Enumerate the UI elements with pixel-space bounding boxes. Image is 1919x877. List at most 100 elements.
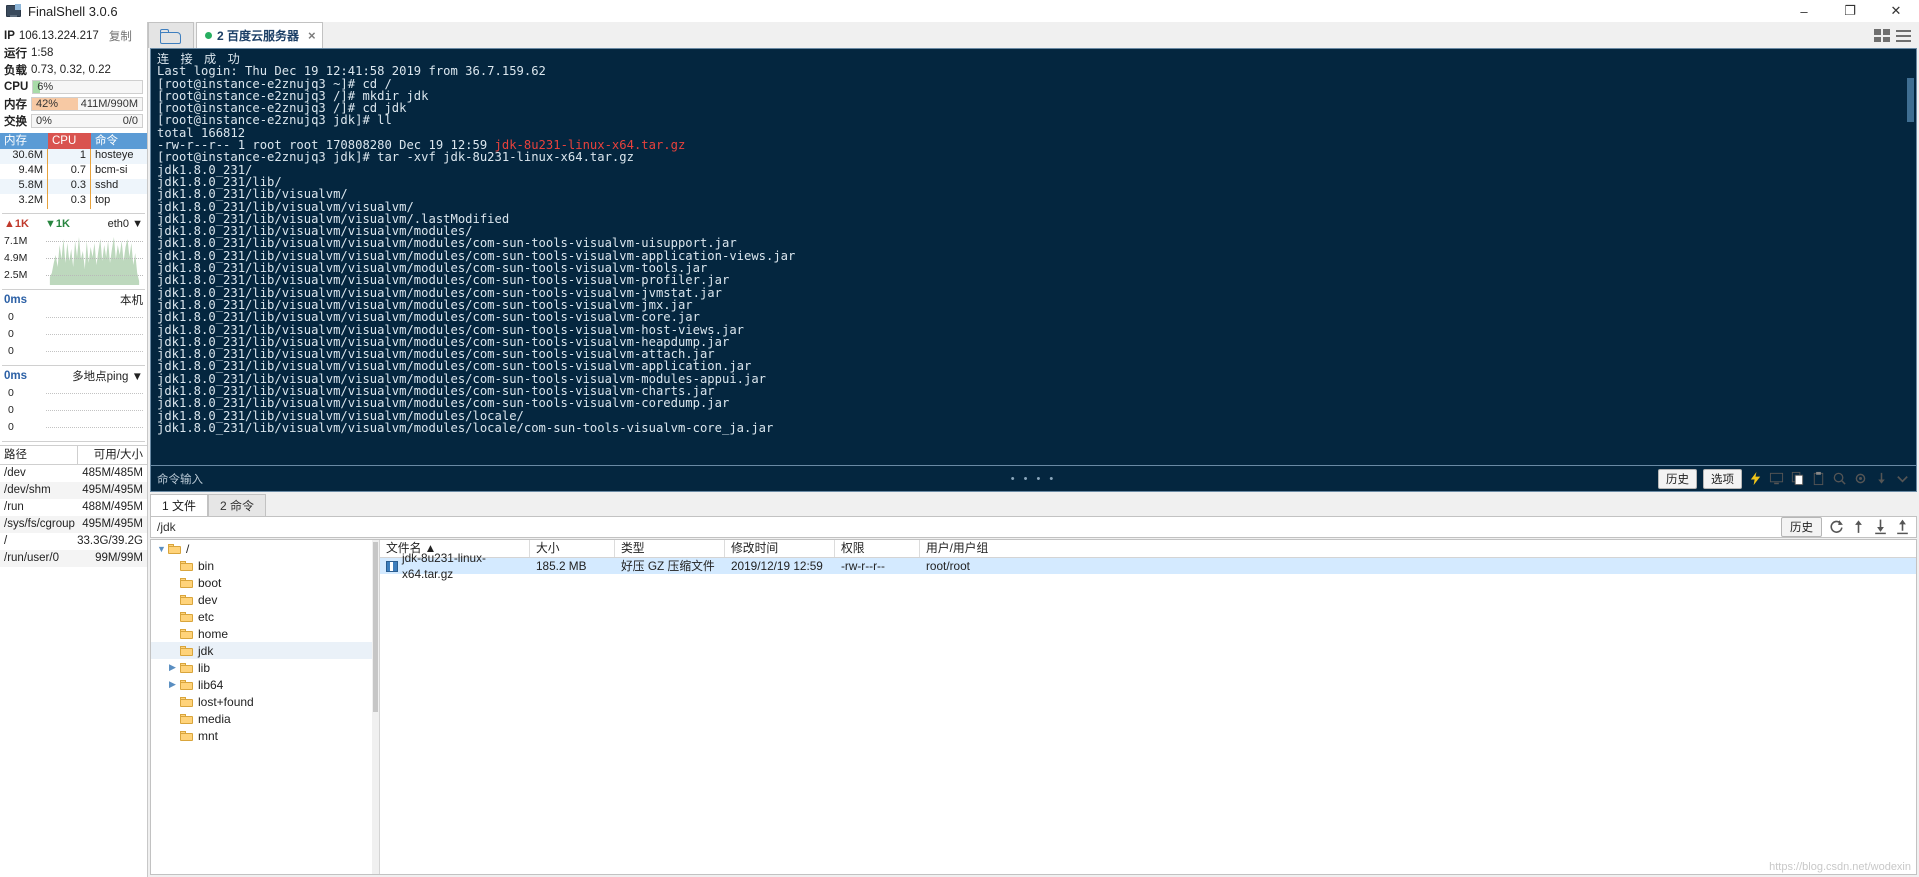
upload-file-icon[interactable] [1894, 518, 1912, 536]
copy-ip-button[interactable]: 复制 [109, 28, 132, 44]
terminal-line: jdk1.8.0_231/lib/visualvm/visualvm/modul… [157, 273, 730, 288]
lightning-icon[interactable] [1748, 471, 1763, 486]
terminal-line: jdk1.8.0_231/lib/visualvm/visualvm/modul… [157, 396, 730, 411]
process-cpu: 0.3 [48, 179, 91, 194]
tree-node-lib64[interactable]: ▶ lib64 [151, 676, 379, 693]
copy-icon[interactable] [1790, 471, 1805, 486]
open-connection-manager-button[interactable] [148, 22, 194, 48]
process-row[interactable]: 30.6M 1 hosteye [0, 149, 147, 164]
terminal-line: jdk1.8.0_231/lib/visualvm/visualvm/modul… [157, 359, 752, 374]
monitor-icon[interactable] [1769, 471, 1784, 486]
tree-node-jdk[interactable]: jdk [151, 642, 379, 659]
tab-strip-actions [1874, 23, 1919, 48]
meter-detail: 411M/990M [80, 97, 138, 110]
file-col-header-2[interactable]: 类型 [615, 540, 725, 557]
download-file-icon[interactable] [1872, 518, 1890, 536]
command-options-button[interactable]: 选项 [1703, 468, 1742, 489]
network-interface-selector[interactable]: eth0 ▼ [108, 218, 143, 230]
process-row[interactable]: 5.8M 0.3 sshd [0, 179, 147, 194]
tree-node-home[interactable]: home [151, 625, 379, 642]
command-history-button[interactable]: 历史 [1658, 468, 1697, 489]
tree-scrollbar[interactable] [372, 540, 379, 874]
chevron-right-icon[interactable]: ▶ [169, 679, 180, 690]
file-col-header-0[interactable]: 文件名 ▲ [380, 540, 530, 557]
disk-row[interactable]: /run/user/0 99M/99M [0, 550, 147, 567]
disk-row[interactable]: /dev/shm 495M/495M [0, 482, 147, 499]
process-row[interactable]: 3.2M 0.3 top [0, 194, 147, 209]
tree-scroll-thumb[interactable] [373, 542, 378, 712]
folder-icon [180, 696, 193, 707]
directory-tree[interactable]: ▼ / bin boot dev etc home jdk ▶ lib ▶ lib64 lost+fou… [151, 540, 380, 874]
col-cmd[interactable]: 命令 [91, 133, 147, 149]
tab-close-icon[interactable]: × [308, 28, 316, 43]
file-path-input[interactable]: /jdk [151, 520, 1781, 534]
maximize-button[interactable]: ❐ [1827, 0, 1873, 22]
tree-node-lost-found[interactable]: lost+found [151, 693, 379, 710]
chevron-down-icon[interactable]: ▼ [157, 544, 168, 554]
tree-node-etc[interactable]: etc [151, 608, 379, 625]
command-input-bar[interactable]: 命令输入 • • • • 历史 选项 [150, 466, 1917, 492]
hamburger-menu-icon[interactable] [1896, 29, 1911, 42]
bottom-tab-0[interactable]: 1 文件 [150, 494, 209, 516]
tree-node-label: etc [198, 609, 215, 624]
download-icon[interactable] [1874, 471, 1889, 486]
file-row[interactable]: jdk-8u231-linux-x64.tar.gz 185.2 MB 好压 GZ … [380, 551, 1916, 581]
file-col-header-3[interactable]: 修改时间 [725, 540, 835, 557]
terminal-scrollbar[interactable] [1906, 50, 1915, 464]
tree-node-lib[interactable]: ▶ lib [151, 659, 379, 676]
disk-row[interactable]: /sys/fs/cgroup 495M/495M [0, 516, 147, 533]
refresh-icon[interactable] [1828, 518, 1846, 536]
file-permissions: -rw-r--r-- [841, 559, 885, 573]
split-view-icon[interactable] [1874, 29, 1890, 42]
folder-icon [180, 577, 193, 588]
bottom-tab-1[interactable]: 2 命令 [208, 494, 267, 516]
terminal-output[interactable]: 连 接 成 功 Last login: Thu Dec 19 12:41:58 2… [150, 48, 1917, 466]
file-col-header-1[interactable]: 大小 [530, 540, 615, 557]
folder-icon [180, 645, 193, 656]
command-input[interactable]: 命令输入 [151, 471, 203, 487]
tree-node-label: lib [198, 660, 211, 675]
folder-icon [180, 713, 193, 724]
network-graph-header: ▲1K ▼1K eth0 ▼ [0, 214, 147, 232]
folder-icon [180, 611, 193, 622]
file-col-header-5[interactable]: 用户/用户组 [920, 540, 1916, 557]
clipboard-icon[interactable] [1811, 471, 1826, 486]
meter-label: 交换 [4, 115, 27, 128]
file-col-header-4[interactable]: 权限 [835, 540, 920, 557]
col-cpu[interactable]: CPU [48, 133, 91, 149]
search-icon[interactable] [1832, 471, 1847, 486]
tree-node-boot[interactable]: boot [151, 574, 379, 591]
tree-node-dev[interactable]: dev [151, 591, 379, 608]
minimize-button[interactable]: – [1781, 0, 1827, 22]
terminal-line: [root@instance-e2znujq3 /]# mkdir jdk [157, 88, 429, 103]
process-cpu: 0.3 [48, 194, 91, 209]
multi-ping-selector[interactable]: 多地点ping ▼ [72, 368, 143, 384]
network-graph: 7.1M 4.9M 2.5M [2, 233, 145, 285]
gear-icon[interactable] [1853, 471, 1868, 486]
col-mem[interactable]: 内存 [0, 133, 48, 149]
tree-node-root[interactable]: ▼ / [151, 540, 379, 557]
disk-size: 495M/495M [82, 518, 143, 530]
disk-col-size: 可用/大小 [93, 449, 143, 461]
panel-resize-handle[interactable]: • • • • [1011, 473, 1057, 485]
tab-session[interactable]: 2 百度云服务器 × [196, 22, 323, 48]
tab-session-label: 2 百度云服务器 [217, 29, 300, 43]
tree-node-bin[interactable]: bin [151, 557, 379, 574]
folder-icon [180, 628, 193, 639]
close-button[interactable]: ✕ [1873, 0, 1919, 22]
file-history-button[interactable]: 历史 [1781, 517, 1822, 537]
tree-node-media[interactable]: media [151, 710, 379, 727]
tree-node-mnt[interactable]: mnt [151, 727, 379, 744]
terminal-scroll-thumb[interactable] [1907, 78, 1914, 122]
disk-row[interactable]: /dev 485M/485M [0, 465, 147, 482]
process-row[interactable]: 9.4M 0.7 bcm-si [0, 164, 147, 179]
chevron-right-icon[interactable]: ▶ [169, 662, 180, 673]
disk-row[interactable]: / 33.3G/39.2G [0, 533, 147, 550]
finalshell-window: FinalShell 3.0.6 – ❐ ✕ IP 106.13.224.217… [0, 0, 1919, 877]
disk-row[interactable]: /run 488M/495M [0, 499, 147, 516]
meter-percent: 0% [36, 114, 52, 127]
meter-label: CPU [4, 80, 29, 93]
upload-arrow-icon[interactable] [1850, 518, 1868, 536]
collapse-panel-icon[interactable] [1895, 471, 1910, 486]
file-size: 185.2 MB [536, 559, 587, 573]
